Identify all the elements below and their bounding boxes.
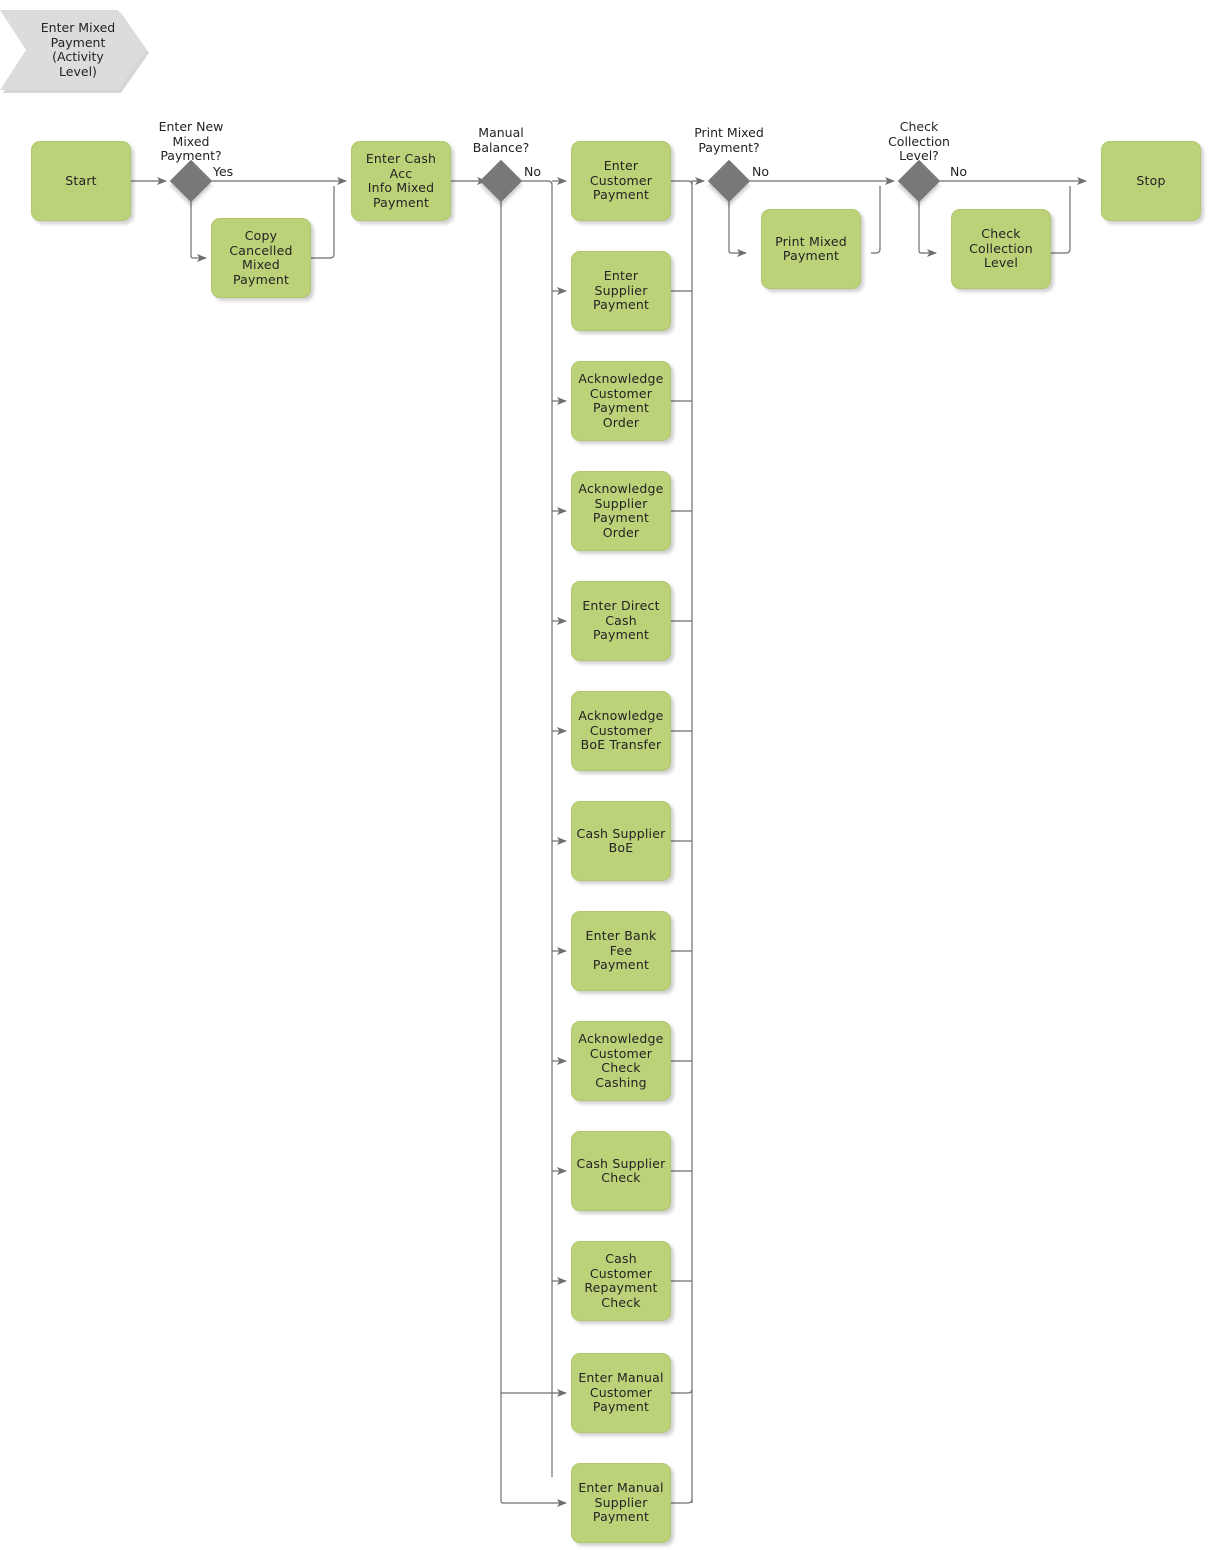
decision-check-collection-level-label: Check Collection Level? (888, 119, 950, 163)
node-stop[interactable]: Stop (1101, 141, 1201, 221)
node-print-mixed-payment[interactable]: Print Mixed Payment (761, 209, 861, 289)
decision-print-mixed-payment-label: Print Mixed Payment? (694, 125, 764, 155)
node-branch-activity[interactable]: Enter Supplier Payment (571, 251, 671, 331)
node-branch-activity[interactable]: Acknowledge Customer Payment Order (571, 361, 671, 441)
node-branch-activity[interactable]: Acknowledge Customer BoE Transfer (571, 691, 671, 771)
node-branch-activity[interactable]: Enter Manual Customer Payment (571, 1353, 671, 1433)
diagram-title-text: Enter Mixed Payment (Activity Level) (40, 20, 116, 79)
node-check-collection-level[interactable]: Check Collection Level (951, 209, 1051, 289)
decision-manual-balance-label: Manual Balance? (472, 125, 530, 155)
node-branch-activity[interactable]: Enter Bank Fee Payment (571, 911, 671, 991)
node-branch-activity[interactable]: Acknowledge Supplier Payment Order (571, 471, 671, 551)
edge-label-no-manual-balance: No (524, 164, 541, 179)
edge-label-no-check-collection-level: No (950, 164, 967, 179)
node-branch-activity[interactable]: Cash Supplier Check (571, 1131, 671, 1211)
node-branch-activity[interactable]: Enter Direct Cash Payment (571, 581, 671, 661)
node-branch-activity[interactable]: Enter Manual Supplier Payment (571, 1463, 671, 1543)
node-branch-activity[interactable]: Enter Customer Payment (571, 141, 671, 221)
node-start[interactable]: Start (31, 141, 131, 221)
node-enter-cash-acc-info-mixed-payment[interactable]: Enter Cash Acc Info Mixed Payment (351, 141, 451, 221)
node-branch-activity[interactable]: Cash Customer Repayment Check (571, 1241, 671, 1321)
node-branch-activity[interactable]: Cash Supplier BoE (571, 801, 671, 881)
edge-label-yes-enter-new-mixed-payment: Yes (213, 164, 234, 179)
edge-label-no-print-mixed-payment: No (752, 164, 769, 179)
node-copy-cancelled-mixed-payment[interactable]: Copy Cancelled Mixed Payment (211, 218, 311, 298)
node-branch-activity[interactable]: Acknowledge Customer Check Cashing (571, 1021, 671, 1101)
flowchart-canvas: Enter Mixed Payment (Activity Level) Sta… (0, 0, 1210, 1550)
decision-enter-new-mixed-payment-label: Enter New Mixed Payment? (158, 119, 224, 163)
